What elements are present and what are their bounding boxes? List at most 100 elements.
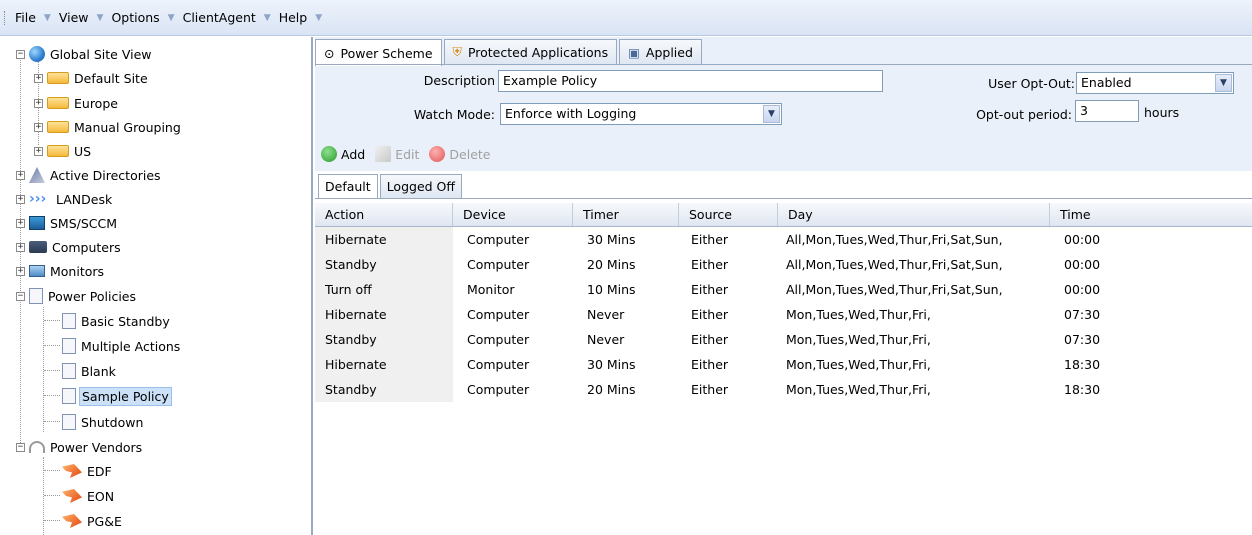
active-directory-icon — [29, 167, 45, 183]
folder-icon — [47, 121, 69, 133]
tree-node-us[interactable]: + US — [34, 140, 93, 162]
tree-node-power-vendors[interactable]: − Power Vendors — [16, 436, 144, 458]
grid-header: Action Device Timer Source Day Time — [315, 203, 1252, 227]
tree-node-active-directories[interactable]: + Active Directories — [16, 164, 163, 186]
description-input[interactable]: Example Policy — [498, 70, 883, 92]
subtab-divider — [315, 198, 1252, 199]
action-toolbar: Add Edit Delete — [321, 144, 501, 164]
expand-icon[interactable]: + — [16, 218, 25, 228]
table-row[interactable]: Hibernate Computer 30 Mins Either All,Mo… — [315, 227, 1252, 252]
edit-button[interactable]: Edit — [375, 146, 419, 162]
expand-icon[interactable]: + — [34, 73, 43, 83]
tree-node-shutdown[interactable]: Shutdown — [62, 411, 145, 433]
tree-node-computers[interactable]: + Computers — [16, 236, 123, 258]
cell-source: Either — [691, 382, 729, 397]
chevron-down-icon: ▼ — [167, 12, 175, 23]
chevron-circle-icon: ⊙ — [324, 45, 335, 61]
tree-node-multiple-actions[interactable]: Multiple Actions — [62, 335, 182, 357]
tree-node-blank[interactable]: Blank — [62, 360, 118, 382]
expand-icon[interactable]: + — [16, 194, 25, 204]
table-row[interactable]: Turn off Monitor 10 Mins Either All,Mon,… — [315, 277, 1252, 302]
expand-icon[interactable]: + — [16, 170, 25, 180]
cell-device: Computer — [467, 357, 530, 372]
column-header-time[interactable]: Time — [1050, 203, 1252, 226]
table-row[interactable]: Hibernate Computer Never Either Mon,Tues… — [315, 302, 1252, 327]
table-row[interactable]: Standby Computer Never Either Mon,Tues,W… — [315, 327, 1252, 352]
expand-icon[interactable]: + — [34, 146, 43, 156]
add-icon — [321, 146, 337, 162]
tree-node-sms-sccm[interactable]: + SMS/SCCM — [16, 212, 119, 234]
edit-icon — [375, 146, 392, 162]
cell-device: Monitor — [467, 282, 515, 297]
expand-icon[interactable]: + — [34, 122, 43, 132]
cell-action: Standby — [315, 327, 453, 352]
menu-clientagent[interactable]: ClientAgent ▼ — [181, 10, 271, 25]
chevron-down-icon[interactable]: ▼ — [763, 105, 780, 123]
tab-logged-off[interactable]: Logged Off — [379, 174, 462, 198]
lightning-bolt-icon — [62, 514, 82, 528]
tree-node-power-policies[interactable]: − Power Policies — [16, 285, 138, 307]
expand-icon[interactable]: + — [34, 98, 43, 108]
cell-day: All,Mon,Tues,Wed,Thur,Fri,Sat,Sun, — [786, 232, 1003, 247]
tree-connector — [44, 520, 60, 521]
cell-timer: Never — [587, 307, 625, 322]
tree-node-edf[interactable]: EDF — [62, 460, 114, 482]
table-row[interactable]: Hibernate Computer 30 Mins Either Mon,Tu… — [315, 352, 1252, 377]
cell-device: Computer — [467, 332, 530, 347]
optout-period-input[interactable]: 3 — [1075, 100, 1139, 122]
tree-connector — [43, 457, 44, 535]
tree-node-monitors[interactable]: + Monitors — [16, 260, 106, 282]
expand-icon[interactable]: + — [16, 242, 25, 252]
cell-source: Either — [691, 307, 729, 322]
column-header-source[interactable]: Source — [679, 203, 778, 226]
folder-icon — [47, 145, 69, 157]
tab-power-scheme[interactable]: ⊙ Power Scheme — [315, 39, 442, 66]
tree-node-landesk[interactable]: + ››› LANDesk — [16, 188, 114, 210]
collapse-icon[interactable]: − — [16, 291, 25, 301]
tree-node-global-site-view[interactable]: − Global Site View — [16, 43, 153, 65]
tree-node-manual-grouping[interactable]: + Manual Grouping — [34, 116, 183, 138]
menu-file[interactable]: File ▼ — [13, 10, 51, 25]
menu-view[interactable]: View ▼ — [57, 10, 104, 25]
description-label: Description — [423, 73, 495, 88]
column-header-day[interactable]: Day — [778, 203, 1050, 226]
cell-time: 00:00 — [1064, 257, 1101, 272]
tab-applied[interactable]: ▣ Applied — [619, 39, 702, 64]
table-row[interactable]: Standby Computer 20 Mins Either Mon,Tues… — [315, 377, 1252, 402]
cell-source: Either — [691, 332, 729, 347]
delete-button[interactable]: Delete — [429, 146, 491, 162]
column-header-action[interactable]: Action — [315, 203, 453, 226]
watch-mode-select[interactable]: Enforce with Logging ▼ — [500, 103, 782, 125]
toolbar-grip[interactable] — [4, 10, 7, 25]
policy-icon — [62, 388, 76, 404]
collapse-icon[interactable]: − — [16, 49, 25, 59]
cell-timer: Never — [587, 332, 625, 347]
cell-timer: 10 Mins — [587, 282, 636, 297]
tree-connector — [44, 345, 60, 346]
tab-default[interactable]: Default — [318, 174, 378, 198]
menu-options[interactable]: Options ▼ — [109, 10, 174, 25]
tree-node-europe[interactable]: + Europe — [34, 92, 120, 114]
column-header-timer[interactable]: Timer — [573, 203, 679, 226]
tab-protected-applications[interactable]: ⛨ Protected Applications — [443, 39, 618, 64]
column-header-device[interactable]: Device — [453, 203, 573, 226]
cell-device: Computer — [467, 382, 530, 397]
cell-action: Hibernate — [315, 302, 453, 327]
add-button[interactable]: Add — [321, 146, 365, 162]
table-row[interactable]: Standby Computer 20 Mins Either All,Mon,… — [315, 252, 1252, 277]
menu-help[interactable]: Help ▼ — [277, 10, 322, 25]
expand-icon[interactable]: + — [16, 266, 25, 276]
tree-node-sample-policy[interactable]: Sample Policy — [62, 385, 172, 407]
tree-node-basic-standby[interactable]: Basic Standby — [62, 310, 172, 332]
policy-icon — [62, 414, 76, 430]
tree-node-pge[interactable]: PG&E — [62, 510, 124, 532]
policy-editor-panel: ⊙ Power Scheme ⛨ Protected Applications … — [315, 37, 1252, 535]
globe-icon — [29, 46, 45, 62]
tree-node-eon[interactable]: EON — [62, 485, 116, 507]
tree-node-default-site[interactable]: + Default Site — [34, 67, 150, 89]
user-optout-select[interactable]: Enabled ▼ — [1076, 72, 1234, 94]
tree-connector — [44, 495, 60, 496]
chevron-down-icon[interactable]: ▼ — [1215, 74, 1232, 92]
tree-connector — [44, 370, 60, 371]
collapse-icon[interactable]: − — [16, 442, 25, 452]
